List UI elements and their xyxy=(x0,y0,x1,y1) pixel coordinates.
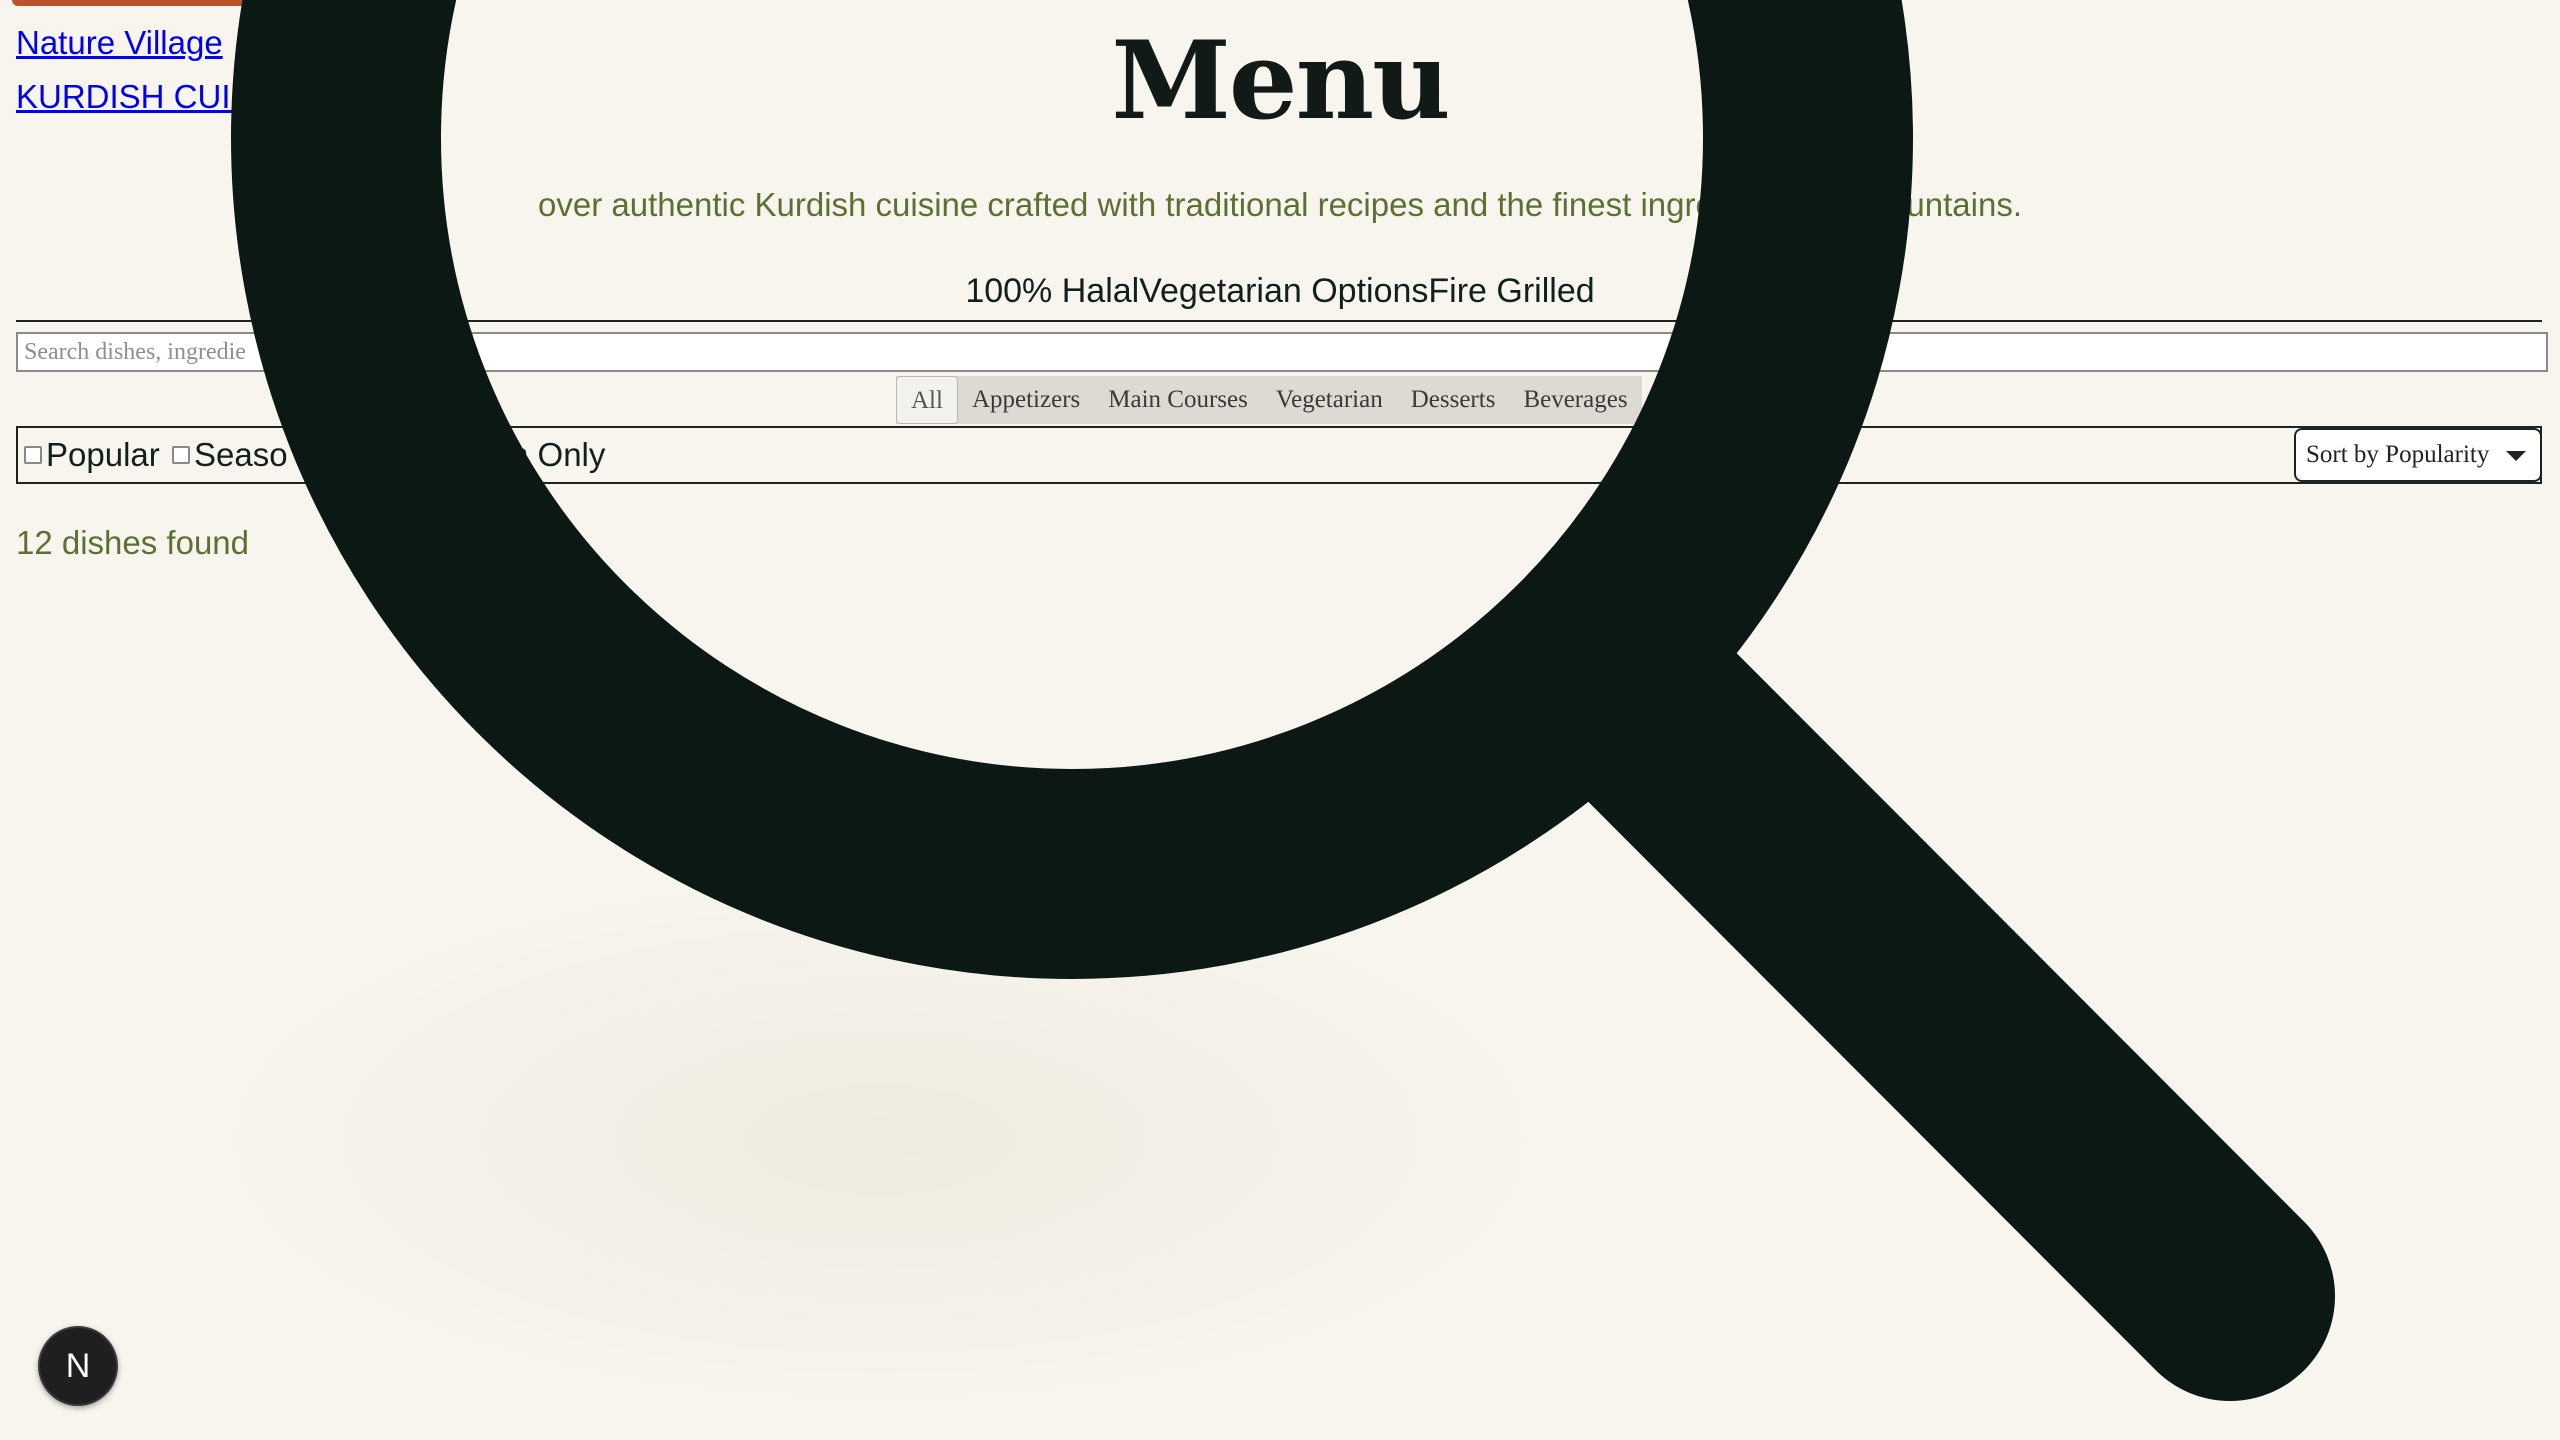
tab-main-courses[interactable]: Main Courses xyxy=(1094,376,1262,424)
only-label: n Only xyxy=(510,436,606,473)
results-count: 12 dishes found xyxy=(16,524,250,561)
search-input[interactable] xyxy=(16,332,2548,372)
category-tabs: All Appetizers Main Courses Vegetarian D… xyxy=(896,376,1642,424)
tab-desserts[interactable]: Desserts xyxy=(1397,376,1510,424)
filter-bar: Popular Seaso n Only xyxy=(16,426,2542,484)
tab-beverages[interactable]: Beverages xyxy=(1509,376,1641,424)
tab-appetizers[interactable]: Appetizers xyxy=(958,376,1094,424)
popular-checkbox[interactable] xyxy=(24,446,42,464)
background-glow xyxy=(180,860,1580,1420)
sort-select-value: Sort by Popularity xyxy=(2306,441,2490,468)
feature-highlights: 100% HalalVegetarian OptionsFire Grilled xyxy=(965,272,1595,310)
tab-vegetarian[interactable]: Vegetarian xyxy=(1262,376,1397,424)
page-subtitle: over authentic Kurdish cuisine crafted w… xyxy=(538,186,2022,223)
chevron-down-icon xyxy=(2506,451,2526,461)
seasonal-filter[interactable]: Seaso xyxy=(172,436,288,474)
divider xyxy=(16,320,2542,322)
only-filter[interactable]: n Only xyxy=(510,436,605,474)
sort-select[interactable]: Sort by Popularity xyxy=(2294,428,2542,482)
nextjs-badge[interactable]: N xyxy=(38,1326,118,1406)
seasonal-checkbox[interactable] xyxy=(172,446,190,464)
popular-label: Popular xyxy=(46,436,160,473)
tab-all[interactable]: All xyxy=(896,376,958,424)
page-title: Menu xyxy=(1111,18,1450,144)
popular-filter[interactable]: Popular xyxy=(24,436,160,474)
top-accent-strip xyxy=(12,0,352,6)
seasonal-label: Seaso xyxy=(194,436,288,473)
